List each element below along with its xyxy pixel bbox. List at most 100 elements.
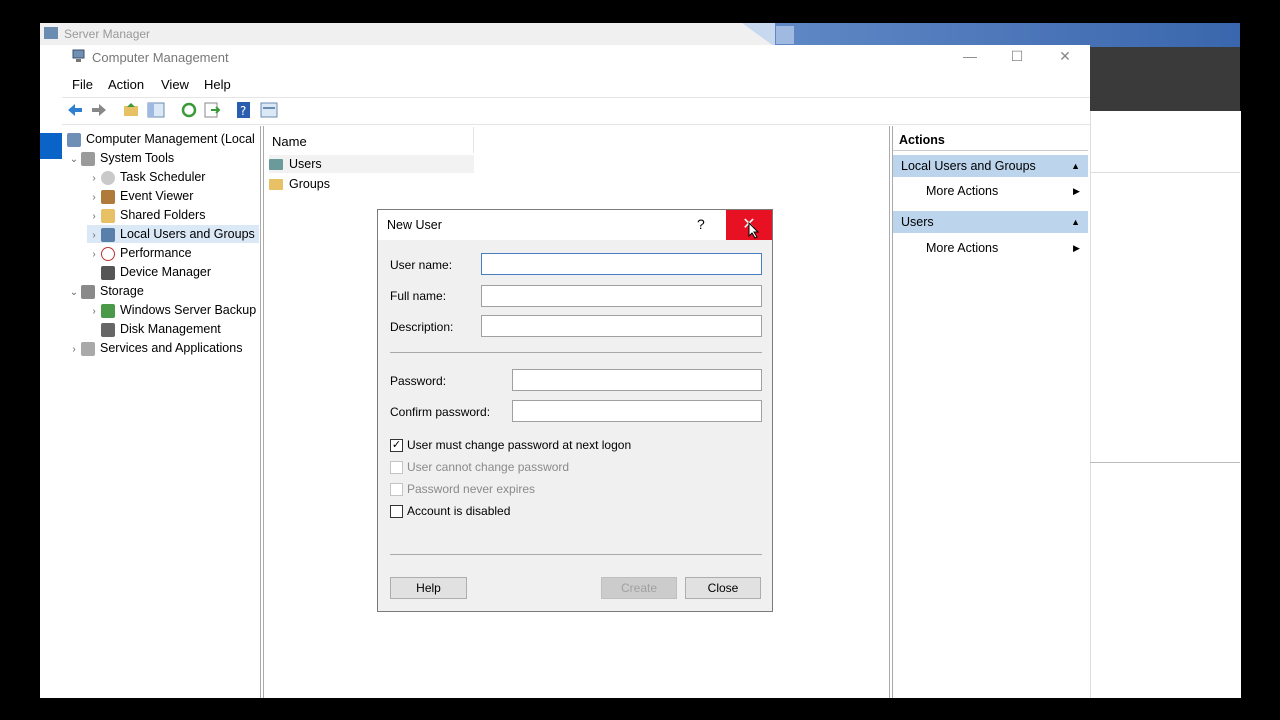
chevron-down-icon[interactable]: ⌄ <box>67 151 81 169</box>
back-arrow-icon[interactable] <box>66 101 84 119</box>
server-manager-banner <box>775 23 1240 47</box>
more-actions-link[interactable]: More Actions <box>926 241 998 255</box>
chevron-right-icon[interactable]: › <box>67 341 81 359</box>
full-name-label: Full name: <box>390 289 447 303</box>
backup-icon <box>101 303 115 318</box>
minimize-button[interactable]: — <box>960 46 980 66</box>
server-manager-sidebar-selected[interactable] <box>40 133 62 159</box>
tree-item-windows-server-backup[interactable]: › Windows Server Backup <box>87 301 256 319</box>
tree-item-disk-management[interactable]: Disk Management <box>87 320 221 338</box>
help-button[interactable]: Help <box>390 577 467 599</box>
actions-header: Actions <box>893 129 1088 151</box>
tree-item-device-manager[interactable]: Device Manager <box>87 263 211 281</box>
more-actions-link[interactable]: More Actions <box>926 184 998 198</box>
tree-item-storage[interactable]: ⌄ Storage <box>67 282 144 300</box>
svg-text:?: ? <box>240 104 246 118</box>
tree-item-local-users-and-groups[interactable]: › Local Users and Groups <box>87 225 259 243</box>
must-change-password-label[interactable]: User must change password at next logon <box>407 438 631 452</box>
export-list-icon[interactable] <box>203 101 221 119</box>
password-never-expires-label: Password never expires <box>407 482 536 496</box>
cannot-change-password-checkbox[interactable] <box>390 461 403 474</box>
chevron-down-icon[interactable]: ⌄ <box>67 284 81 302</box>
section-title: Users <box>901 215 934 229</box>
actions-section-users[interactable]: Users ▲ <box>893 211 1088 233</box>
tree-item-performance[interactable]: › Performance <box>87 244 192 262</box>
column-divider[interactable] <box>473 127 474 153</box>
clock-icon <box>101 170 115 185</box>
tree-root[interactable]: Computer Management (Local <box>67 130 255 148</box>
server-manager-icon <box>44 27 58 39</box>
tree-item-label: Windows Server Backup <box>120 303 257 317</box>
account-disabled-checkbox[interactable] <box>390 505 403 518</box>
confirm-password-input[interactable] <box>512 400 762 422</box>
tree-item-label: Services and Applications <box>100 341 243 355</box>
shared-folder-icon <box>101 208 115 223</box>
dialog-help-button[interactable]: ? <box>697 216 705 232</box>
description-input[interactable] <box>481 315 762 337</box>
performance-icon <box>101 246 115 261</box>
collapse-icon[interactable]: ▲ <box>1071 155 1080 177</box>
tree-item-shared-folders[interactable]: › Shared Folders <box>87 206 205 224</box>
password-never-expires-checkbox[interactable] <box>390 483 403 496</box>
password-input[interactable] <box>512 369 762 391</box>
tree-item-services-and-applications[interactable]: › Services and Applications <box>67 339 242 357</box>
cannot-change-password-label: User cannot change password <box>407 460 570 474</box>
password-label: Password: <box>390 374 447 388</box>
computer-icon <box>67 132 81 147</box>
tree-item-label: Disk Management <box>120 322 221 336</box>
tree-item-label: Shared Folders <box>120 208 206 222</box>
help-icon[interactable]: ? <box>235 101 253 119</box>
folder-icon <box>269 179 283 191</box>
user-name-input[interactable] <box>481 253 762 275</box>
must-change-password-checkbox[interactable]: ✓ <box>390 439 403 452</box>
server-manager-banner-edge <box>742 23 775 47</box>
refresh-icon[interactable] <box>180 101 198 119</box>
account-disabled-label[interactable]: Account is disabled <box>407 504 510 518</box>
list-item-users[interactable]: Users <box>269 155 474 173</box>
list-item-label: Groups <box>289 177 330 191</box>
window-close-button[interactable]: ✕ <box>1055 46 1075 66</box>
list-item-groups[interactable]: Groups <box>269 175 330 193</box>
forward-arrow-icon[interactable] <box>90 101 108 119</box>
users-icon <box>101 227 115 242</box>
list-item-label: Users <box>289 157 322 171</box>
menu-help[interactable]: Help <box>204 77 231 92</box>
tree-item-label: Local Users and Groups <box>120 227 255 241</box>
menu-action[interactable]: Action <box>108 77 144 92</box>
confirm-password-label: Confirm password: <box>390 405 491 419</box>
section-title: Local Users and Groups <box>901 159 1036 173</box>
storage-icon <box>81 284 95 299</box>
maximize-button[interactable]: ☐ <box>1007 46 1027 66</box>
show-hide-tree-icon[interactable] <box>147 101 165 119</box>
properties-icon[interactable] <box>260 101 278 119</box>
tree-item-task-scheduler[interactable]: › Task Scheduler <box>87 168 205 186</box>
tree-item-event-viewer[interactable]: › Event Viewer <box>87 187 193 205</box>
full-name-input[interactable] <box>481 285 762 307</box>
collapse-icon[interactable]: ▲ <box>1071 211 1080 233</box>
chevron-right-icon[interactable]: › <box>87 170 101 188</box>
chevron-right-icon[interactable]: › <box>87 303 101 321</box>
chevron-right-icon[interactable]: › <box>87 246 101 264</box>
tools-icon <box>81 151 95 166</box>
column-header-name[interactable]: Name <box>272 134 307 149</box>
actions-section-local-users-and-groups[interactable]: Local Users and Groups ▲ <box>893 155 1088 177</box>
close-button[interactable]: Close <box>685 577 761 599</box>
server-manager-dark-panel <box>1090 47 1240 111</box>
chevron-right-icon[interactable]: › <box>87 189 101 207</box>
user-name-label: User name: <box>390 258 453 272</box>
tree-item-label: Event Viewer <box>120 189 194 203</box>
divider <box>390 352 762 353</box>
create-button[interactable]: Create <box>601 577 677 599</box>
chevron-right-icon[interactable]: › <box>87 227 101 245</box>
dialog-title: New User <box>387 218 442 232</box>
chevron-right-icon[interactable]: › <box>87 208 101 226</box>
up-folder-icon[interactable] <box>122 101 140 119</box>
menu-view[interactable]: View <box>161 77 189 92</box>
console-tree: Computer Management (Local ⌄ System Tools… <box>63 126 261 698</box>
description-label: Description: <box>390 320 454 334</box>
tree-item-system-tools[interactable]: ⌄ System Tools <box>67 149 174 167</box>
menu-file[interactable]: File <box>72 77 93 92</box>
divider <box>1090 462 1240 463</box>
tree-item-label: Device Manager <box>120 265 212 279</box>
tree-item-label: Storage <box>100 284 144 298</box>
